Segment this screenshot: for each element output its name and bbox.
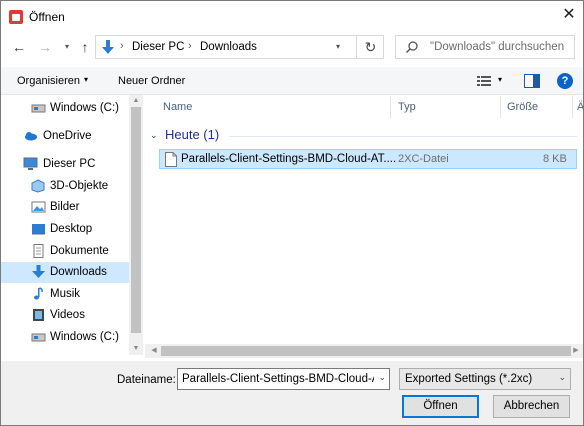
column-header-name[interactable]: Name xyxy=(163,96,192,118)
documents-icon xyxy=(33,244,44,258)
videos-icon xyxy=(33,309,44,321)
sidebar-item-dokumente[interactable]: Dokumente xyxy=(1,241,129,262)
download-icon xyxy=(32,265,45,278)
filename-label: Dateiname: xyxy=(117,374,176,386)
scroll-up-icon[interactable]: ▲ xyxy=(129,95,143,107)
title-bar: Öffnen ✕ xyxy=(1,1,583,33)
sidebar-item-onedrive[interactable]: OneDrive xyxy=(1,126,129,147)
sidebar-item-3d-objekte[interactable]: 3D-Objekte xyxy=(1,176,129,197)
navigation-pane: Windows (C:) OneDrive Dieser PC 3D-Objek… xyxy=(1,95,144,355)
address-dropdown-icon[interactable]: ▾ xyxy=(336,42,340,51)
file-size: 8 KB xyxy=(543,153,567,165)
cube-icon xyxy=(31,179,45,193)
group-divider xyxy=(229,136,577,137)
refresh-icon[interactable]: ↻ xyxy=(356,35,384,59)
computer-icon xyxy=(23,157,38,170)
group-collapse-icon[interactable]: ⌄ xyxy=(150,130,160,141)
close-icon[interactable]: ✕ xyxy=(559,5,579,25)
filename-field[interactable]: Parallels-Client-Settings-BMD-Cloud-AT ⌄ xyxy=(177,368,390,390)
sidebar-item-dieser-pc[interactable]: Dieser PC xyxy=(1,154,129,175)
sidebar-item-videos[interactable]: Videos xyxy=(1,305,129,326)
breadcrumb-separator: › xyxy=(188,40,192,52)
file-icon xyxy=(165,152,177,167)
organize-chevron-icon[interactable]: ▾ xyxy=(84,75,88,84)
sidebar-item-desktop[interactable]: Desktop xyxy=(1,219,129,240)
horizontal-scroll-thumb[interactable] xyxy=(161,346,571,356)
pictures-icon xyxy=(31,201,46,213)
scroll-left-icon[interactable]: ◀ xyxy=(147,345,161,357)
filetype-dropdown-icon: ⌄ xyxy=(558,372,566,382)
filetype-select[interactable]: Exported Settings (*.2xc) ⌄ xyxy=(399,368,571,390)
desktop-icon xyxy=(32,224,45,235)
filename-dropdown-icon[interactable]: ⌄ xyxy=(378,372,386,383)
open-button[interactable]: Öffnen xyxy=(402,395,479,418)
address-bar[interactable]: › Dieser PC › Downloads ▾ xyxy=(95,35,384,59)
recent-chevron-icon[interactable]: ▾ xyxy=(57,37,77,57)
column-header-size[interactable]: Größe xyxy=(507,96,538,118)
search-icon xyxy=(405,41,418,54)
drive-icon xyxy=(31,333,46,342)
forward-arrow-icon[interactable]: → xyxy=(35,37,55,57)
scroll-down-icon[interactable]: ▼ xyxy=(129,343,143,355)
cloud-icon xyxy=(25,132,37,141)
app-icon xyxy=(9,10,23,24)
new-folder-button[interactable]: Neuer Ordner xyxy=(118,75,185,87)
column-header-type[interactable]: Typ xyxy=(398,96,416,118)
sidebar-item-downloads[interactable]: Downloads xyxy=(1,262,129,283)
cancel-button[interactable]: Abbrechen xyxy=(493,395,570,418)
group-header-today[interactable]: Heute (1) xyxy=(165,127,219,142)
command-bar: Organisieren ▾ Neuer Ordner ▾ xyxy=(1,67,583,95)
column-divider[interactable] xyxy=(500,96,501,118)
up-arrow-icon[interactable]: ↑ xyxy=(75,37,95,57)
column-header-more[interactable]: Ä xyxy=(577,96,584,118)
file-type: 2XC-Datei xyxy=(398,153,449,165)
view-options-icon[interactable] xyxy=(477,75,491,87)
sidebar-item-windows-c-top[interactable]: Windows (C:) xyxy=(1,98,129,119)
sidebar-item-windows-c[interactable]: Windows (C:) xyxy=(1,327,129,348)
scroll-right-icon[interactable]: ▶ xyxy=(569,345,583,357)
sidebar-item-musik[interactable]: Musik xyxy=(1,284,129,305)
music-icon xyxy=(34,287,43,300)
open-dialog: Öffnen ✕ ← → ▾ ↑ › Dieser PC › Downloads… xyxy=(0,0,584,426)
file-name: Parallels-Client-Settings-BMD-Cloud-AT..… xyxy=(181,153,397,165)
column-divider[interactable] xyxy=(572,96,573,118)
sidebar-item-bilder[interactable]: Bilder xyxy=(1,197,129,218)
search-placeholder: "Downloads" durchsuchen xyxy=(430,41,565,53)
breadcrumb-separator: › xyxy=(120,40,124,52)
back-arrow-icon[interactable]: ← xyxy=(9,37,29,57)
preview-pane-icon[interactable] xyxy=(524,74,540,88)
column-divider[interactable] xyxy=(390,96,391,118)
filename-value: Parallels-Client-Settings-BMD-Cloud-AT xyxy=(182,373,374,385)
help-icon[interactable]: ? xyxy=(557,73,573,89)
window-title: Öffnen xyxy=(29,10,65,24)
filetype-value: Exported Settings (*.2xc) xyxy=(405,373,533,385)
organize-button[interactable]: Organisieren xyxy=(17,75,80,87)
download-folder-icon xyxy=(102,40,114,54)
search-box[interactable]: "Downloads" durchsuchen xyxy=(395,35,575,59)
file-row[interactable]: Parallels-Client-Settings-BMD-Cloud-AT..… xyxy=(159,149,577,169)
sidebar-scroll-thumb[interactable] xyxy=(131,107,141,333)
breadcrumb-downloads[interactable]: Downloads xyxy=(200,41,257,53)
view-chevron-icon[interactable]: ▾ xyxy=(498,75,502,84)
drive-icon xyxy=(31,104,46,113)
breadcrumb-dieser-pc[interactable]: Dieser PC xyxy=(132,41,184,53)
